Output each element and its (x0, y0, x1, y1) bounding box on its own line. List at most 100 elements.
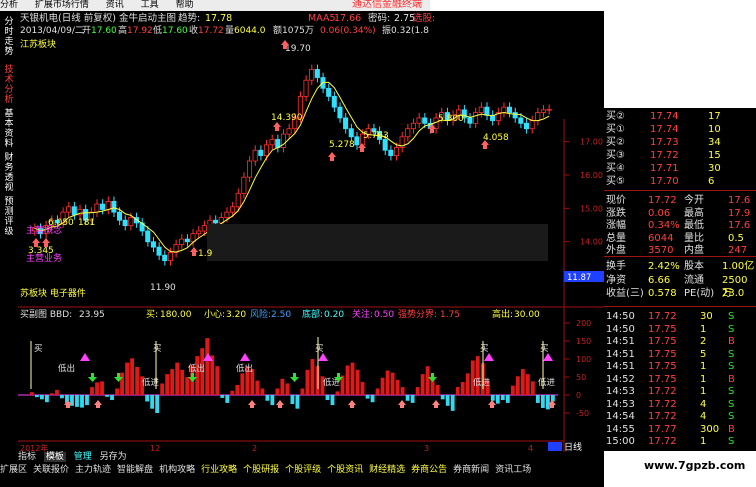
label-p4: 5.800 (438, 114, 464, 124)
amt-label: 额 (273, 24, 282, 36)
candle-body (190, 233, 196, 243)
tick-volume: 1 (700, 436, 707, 447)
menu-news[interactable]: 资讯 (106, 0, 124, 10)
tab-template[interactable]: 模板 (43, 452, 66, 462)
tick-side: S (728, 436, 735, 447)
bbd-bar (545, 395, 550, 410)
vtab-forecast[interactable]: 预测评级 (3, 197, 15, 237)
label-p1: 14.390 (271, 113, 303, 123)
bbd-bar (185, 377, 190, 395)
scroll-more-button[interactable] (548, 442, 562, 451)
toolbar-item[interactable]: 智能解盘 (117, 465, 153, 475)
candle-body (343, 117, 349, 130)
toolbar-item[interactable]: 扩展区 (0, 465, 27, 475)
candle-body (230, 206, 236, 213)
bbd-bar (175, 362, 180, 395)
buy-level-volume: 34 (708, 137, 721, 148)
bbd-bar (90, 387, 94, 395)
toolbar-item[interactable]: 财经精选 (369, 465, 405, 475)
sel-label: 选股: (413, 12, 435, 24)
tick-row: 14:51 17.75 1 S (604, 360, 756, 373)
tab-manage[interactable]: 管理 (74, 452, 92, 462)
tick-price: 17.72 (648, 386, 677, 397)
stat-value-b: 17.6 (728, 195, 751, 206)
candle-body (105, 200, 111, 210)
bbd-bar (55, 389, 59, 395)
stat-value-b: 17.9 (728, 207, 751, 219)
tick-side: S (728, 361, 735, 372)
menu-analysis[interactable]: 分析 (0, 0, 18, 10)
bbd-bar (415, 387, 420, 395)
toolbar-item[interactable]: 个股资讯 (327, 465, 363, 475)
stat-label-b: 量比 (684, 232, 704, 244)
candle-body (66, 206, 72, 213)
vtab-finance[interactable]: 财务透视 (3, 153, 15, 193)
open-label: 开 (82, 25, 91, 36)
bbd-bar (105, 395, 109, 397)
toolbar-item[interactable]: 主力轨迹 (75, 465, 111, 475)
tick-row: 14:52 17.75 1 B (604, 373, 756, 386)
bbd-bar (380, 377, 385, 395)
date-value: 2013/04/09/二 (20, 26, 84, 36)
candle-body (196, 230, 202, 235)
quote-panel: 买② 17.74 17 买① 17.74 10 买② 17.73 34 买③ 17.72 15 买④ 17… (604, 108, 756, 451)
label-p2: 5.278 (329, 140, 355, 150)
high-label: 高 (118, 24, 127, 36)
toolbar-item[interactable]: 行业攻略 (201, 465, 237, 475)
bbd-bar (525, 374, 530, 395)
buy-level-label: 买② (606, 111, 625, 122)
highout-label: 高出: (492, 308, 513, 320)
buy-level-label: 买② (606, 137, 625, 148)
strong-value: 1.75 (440, 310, 460, 320)
menu-tools[interactable]: 工具 (141, 0, 159, 10)
candle-body (252, 149, 258, 162)
bbd-bar (30, 392, 34, 395)
low-value: 17.60 (162, 26, 188, 36)
label-p8: 1.9 (198, 249, 213, 259)
stat-label-a: 总量 (606, 232, 626, 244)
tick-side: B (728, 423, 735, 435)
bbd-bar (335, 391, 340, 395)
menu-help[interactable]: 帮助 (176, 0, 194, 10)
stat2-value-a: 2.42% (648, 261, 680, 272)
price-tick-label: 17.00 (580, 138, 603, 147)
tick-row: 14:51 17.75 2 B (604, 335, 756, 348)
time-label-0: 2012年 (20, 443, 48, 452)
toolbar-item[interactable]: 个股研报 (243, 465, 279, 475)
toolbar-item[interactable]: 个股评级 (285, 465, 321, 475)
toolbar-item[interactable]: 券商新闻 (453, 465, 489, 475)
toolbar-item[interactable]: 券商公告 (411, 465, 447, 475)
bbd-bar (385, 370, 390, 395)
watch-label: 关注: (352, 308, 373, 320)
k-line-chart[interactable]: 天银机电(日线 前复权) 金牛启动主图 趋势: 17.78 MAA5: 17.6… (18, 11, 604, 452)
candle-body (410, 122, 416, 130)
bbd-bar (80, 395, 84, 408)
tick-time: 14:50 (606, 311, 635, 322)
indicator-tabs: 指标 模板 管理 另存为 (18, 452, 604, 463)
toolbar-item[interactable]: 关联报价 (33, 465, 69, 475)
toolbar-item[interactable]: 机构攻略 (159, 465, 195, 475)
bbd-bar (210, 355, 215, 395)
sub-signal-label: 低出 (58, 363, 75, 374)
vtab-basic-info[interactable]: 基本资料 (3, 109, 15, 149)
tick-side: S (728, 411, 735, 422)
bbd-bar (360, 382, 365, 395)
bbd-bar (195, 356, 200, 395)
bbd-bar (445, 395, 450, 406)
vtab-tech-analysis[interactable]: 技术分析 (3, 65, 15, 105)
toolbar-item[interactable]: 资讯工场 (495, 465, 531, 475)
candle-body (156, 246, 162, 256)
buy-level-volume: 17 (708, 111, 721, 122)
stat2-label-a: 净资 (606, 274, 626, 286)
vtab-intraday[interactable]: 分时走势 (3, 17, 15, 57)
bbd-bar (45, 395, 49, 403)
label-p5: 4.058 (483, 133, 509, 143)
tab-save-as[interactable]: 另存为 (100, 452, 127, 462)
candle-body (382, 139, 388, 151)
menu-ext-market[interactable]: 扩展市场行情 (35, 0, 89, 10)
time-label-3: 3 (424, 444, 429, 452)
bbd-bar (280, 378, 285, 395)
bbd-bar (155, 395, 160, 413)
tab-indicator[interactable]: 指标 (18, 452, 36, 462)
candle-body (501, 106, 507, 113)
